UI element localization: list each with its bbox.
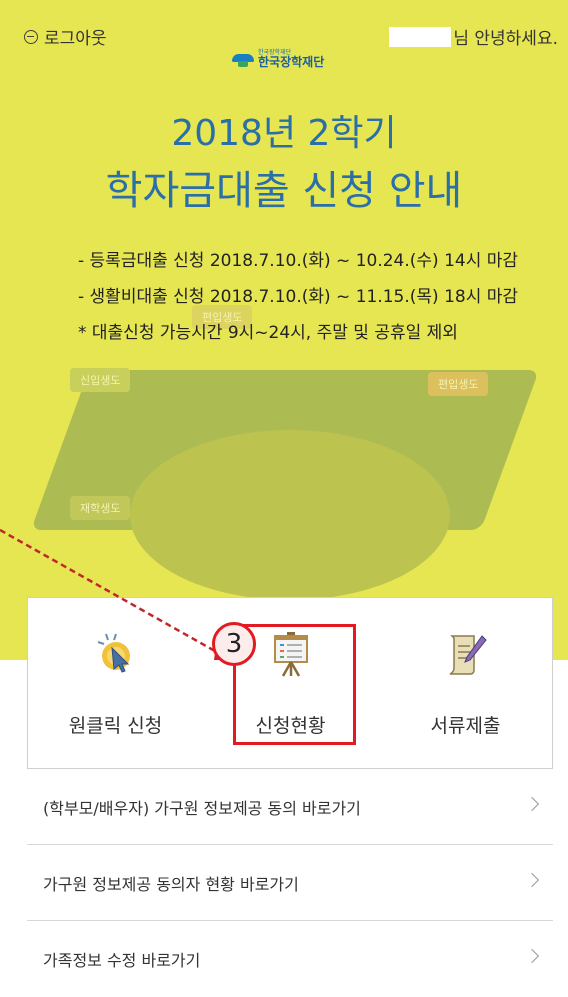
document-pen-icon	[449, 635, 487, 675]
quick-menu: 원클릭 신청 신청현황 서류제출	[27, 597, 553, 769]
link-label: (학부모/배우자) 가구원 정보제공 동의 바로가기	[43, 798, 361, 818]
banner-title-line1: 2018년 2학기	[171, 113, 397, 154]
submit-documents-button[interactable]: 서류제출	[378, 598, 553, 770]
logout-icon	[24, 29, 38, 44]
notice-line: - 등록금대출 신청 2018.7.10.(화) ~ 10.24.(수) 14시…	[78, 251, 519, 271]
illustration-tag: 신입생도	[70, 368, 131, 392]
org-logo: 한국장학재단 한국장학재단	[232, 50, 324, 68]
menu-label: 신청현황	[255, 715, 326, 737]
chevron-right-icon	[524, 796, 540, 812]
illustration-tag: 편입생도	[428, 372, 489, 396]
notice-line: - 생활비대출 신청 2018.7.10.(화) ~ 11.15.(목) 18시…	[78, 287, 519, 307]
logout-label: 로그아웃	[44, 29, 107, 49]
link-household-consent[interactable]: (학부모/배우자) 가구원 정보제공 동의 바로가기	[27, 769, 553, 845]
link-edit-family-info[interactable]: 가족정보 수정 바로가기	[27, 921, 553, 997]
chevron-right-icon	[524, 948, 540, 964]
org-name: 한국장학재단	[258, 55, 325, 69]
link-label: 가구원 정보제공 동의자 현황 바로가기	[43, 874, 299, 894]
greeting-text: 님 안녕하세요.	[453, 29, 558, 49]
step-number-badge: 3	[212, 622, 256, 666]
top-bar: 로그아웃 님 안녕하세요.	[0, 0, 568, 49]
link-label: 가족정보 수정 바로가기	[43, 951, 201, 970]
illustration-tag: 재학생도	[70, 496, 131, 520]
promo-banner: 신입생도 편입생도 편입생도 재학생도 로그아웃 님 안녕하세요. 한국장학재단…	[0, 0, 568, 660]
menu-label: 원클릭 신청	[68, 715, 163, 737]
logout-button[interactable]: 로그아웃	[24, 24, 107, 49]
graduation-cap-base	[130, 430, 450, 600]
masked-username	[389, 26, 452, 47]
menu-label: 서류제출	[430, 715, 501, 737]
presentation-board-icon	[273, 632, 308, 677]
one-click-apply-button[interactable]: 원클릭 신청	[28, 598, 203, 770]
chevron-right-icon	[524, 872, 540, 888]
link-consent-status[interactable]: 가구원 정보제공 동의자 현황 바로가기	[27, 845, 553, 921]
user-greeting: 님 안녕하세요.	[389, 24, 558, 49]
cursor-click-icon	[97, 633, 130, 673]
banner-title-line2: 학자금대출 신청 안내	[105, 168, 463, 214]
notice-line: * 대출신청 가능시간 9시~24시, 주말 및 공휴일 제외	[78, 323, 458, 343]
kosaf-logo-icon	[232, 50, 254, 68]
